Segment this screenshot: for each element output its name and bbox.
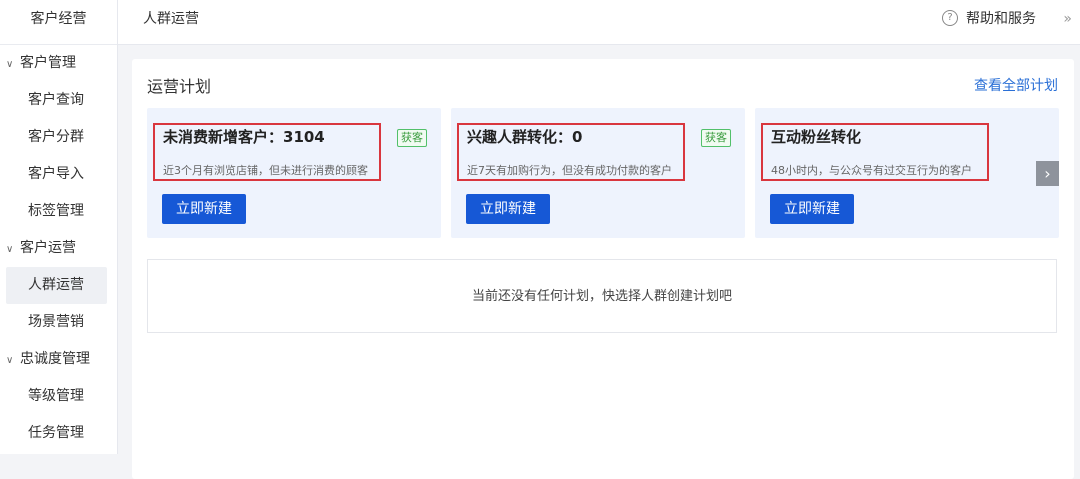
create-now-button[interactable]: 立即新建 — [466, 194, 550, 224]
chevron-down-icon: ∨ — [6, 355, 14, 366]
help-icon: ? — [942, 10, 958, 26]
sidebar-item-customer-query[interactable]: 客户查询 — [0, 82, 117, 119]
create-now-button[interactable]: 立即新建 — [770, 194, 854, 224]
sidebar-group-label: 客户运营 — [20, 240, 76, 256]
sidebar-header[interactable]: 客户经营 — [0, 0, 117, 45]
card-description: 48小时内，与公众号有过交互行为的客户 — [771, 164, 972, 177]
help-and-service-link[interactable]: ? 帮助和服务 — [942, 0, 1036, 38]
operation-plan-panel: 运营计划 查看全部计划 未消费新增客户：3104 获客 近3个月有浏览店铺，但未… — [132, 59, 1074, 479]
empty-plans-message: 当前还没有任何计划，快选择人群创建计划吧 — [147, 259, 1057, 333]
sidebar-group-customer-management[interactable]: ∨ 客户管理 — [0, 45, 117, 82]
plan-card-fan-conversion: 互动粉丝转化 48小时内，与公众号有过交互行为的客户 立即新建 — [755, 108, 1059, 238]
chevron-down-icon: ∨ — [6, 244, 14, 255]
top-bar: 人群运营 ? 帮助和服务 » — [118, 0, 1080, 45]
view-all-plans-link[interactable]: 查看全部计划 — [974, 75, 1058, 95]
sidebar-group-loyalty-management[interactable]: ∨ 忠诚度管理 — [0, 341, 117, 378]
acquire-tag: 获客 — [397, 129, 427, 147]
section-title: 运营计划 — [147, 77, 212, 96]
next-arrow-icon[interactable]: › — [1036, 161, 1059, 186]
sidebar-item-level-management[interactable]: 等级管理 — [0, 378, 117, 415]
card-title: 兴趣人群转化：0 — [467, 128, 583, 146]
expand-icon[interactable]: » — [1063, 0, 1072, 38]
card-title: 互动粉丝转化 — [771, 128, 862, 146]
card-description: 近7天有加购行为，但没有成功付款的客户 — [467, 164, 672, 177]
chevron-down-icon: ∨ — [6, 59, 14, 70]
sidebar-group-label: 忠诚度管理 — [20, 351, 90, 367]
create-now-button[interactable]: 立即新建 — [162, 194, 246, 224]
card-title: 未消费新增客户：3104 — [163, 128, 325, 146]
sidebar-item-crowd-operation[interactable]: 人群运营 — [6, 267, 107, 304]
sidebar-group-label: 客户管理 — [20, 55, 76, 71]
sidebar-item-customer-segment[interactable]: 客户分群 — [0, 119, 117, 156]
help-label: 帮助和服务 — [966, 11, 1036, 27]
sidebar-item-task-management[interactable]: 任务管理 — [0, 415, 117, 452]
plan-card-interest-conversion: 兴趣人群转化：0 获客 近7天有加购行为，但没有成功付款的客户 立即新建 — [451, 108, 745, 238]
sidebar-group-customer-operation[interactable]: ∨ 客户运营 — [0, 230, 117, 267]
acquire-tag: 获客 — [701, 129, 731, 147]
plan-card-new-unconsumed: 未消费新增客户：3104 获客 近3个月有浏览店铺，但未进行消费的顾客 立即新建 — [147, 108, 441, 238]
card-description: 近3个月有浏览店铺，但未进行消费的顾客 — [163, 164, 368, 177]
sidebar-item-customer-import[interactable]: 客户导入 — [0, 156, 117, 193]
page-title: 人群运营 — [143, 11, 199, 27]
sidebar-item-scenario-marketing[interactable]: 场景营销 — [0, 304, 117, 341]
sidebar: 客户经营 ∨ 客户管理 客户查询 客户分群 客户导入 标签管理 ∨ 客户运营 人群运… — [0, 0, 118, 454]
sidebar-item-tag-management[interactable]: 标签管理 — [0, 193, 117, 230]
